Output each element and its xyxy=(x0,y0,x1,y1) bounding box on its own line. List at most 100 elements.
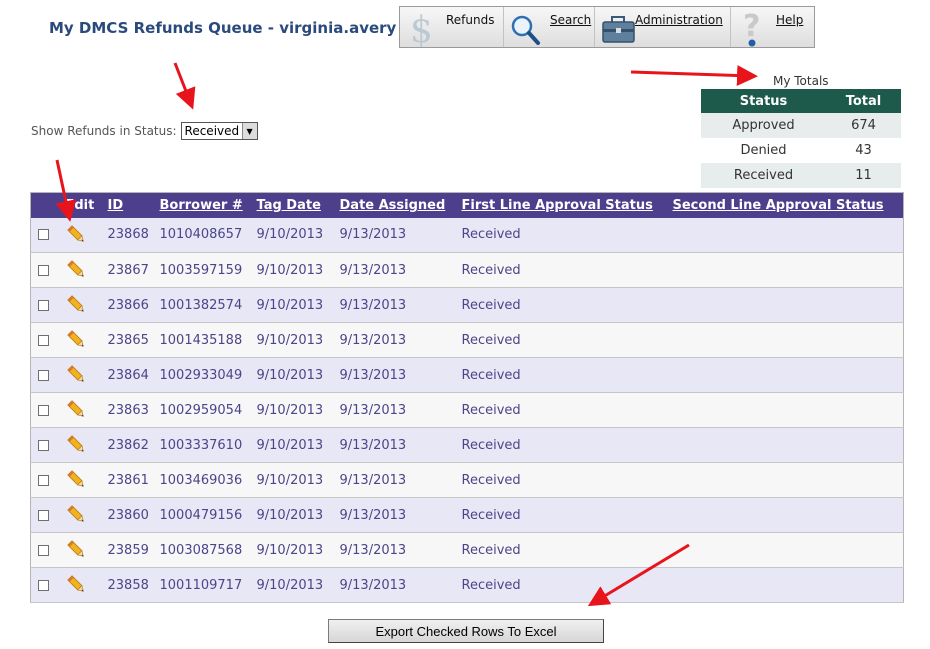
cell-first-line-status: Received xyxy=(461,322,673,358)
header-id-link[interactable]: ID xyxy=(108,198,124,213)
cell-date-assigned: 9/13/2013 xyxy=(339,252,462,288)
cell-edit xyxy=(65,427,108,463)
header-first-line-link[interactable]: First Line Approval Status xyxy=(462,198,653,213)
cell-tag-date: 9/10/2013 xyxy=(256,392,340,428)
cell-tag-date: 9/10/2013 xyxy=(256,462,340,498)
table-row: 23858 1001109717 9/10/2013 9/13/2013 Receive… xyxy=(30,567,904,603)
page-title: My DMCS Refunds Queue - virginia.avery xyxy=(49,19,397,37)
cell-select xyxy=(30,392,66,428)
header-second-line-link[interactable]: Second Line Approval Status xyxy=(673,198,884,213)
cell-second-line-status xyxy=(672,567,904,603)
dollar-icon: $ xyxy=(410,10,433,47)
svg-text:$: $ xyxy=(410,10,433,47)
row-checkbox[interactable] xyxy=(38,579,49,591)
arrow-to-totals xyxy=(630,65,758,86)
pencil-icon[interactable] xyxy=(66,399,88,421)
table-row: 23867 1003597159 9/10/2013 9/13/2013 Receive… xyxy=(30,252,904,288)
totals-row: Approved 674 xyxy=(701,113,901,138)
table-row: 23866 1001382574 9/10/2013 9/13/2013 Receive… xyxy=(30,287,904,323)
cell-date-assigned: 9/13/2013 xyxy=(339,497,462,533)
header-id[interactable]: ID xyxy=(107,192,160,218)
cell-borrower: 1000479156 xyxy=(159,497,257,533)
row-checkbox[interactable] xyxy=(38,264,49,276)
header-select xyxy=(30,192,66,218)
toolbar-search-button[interactable]: Search xyxy=(504,7,595,47)
status-filter-select[interactable]: Received ▼ xyxy=(180,122,258,140)
pencil-icon[interactable] xyxy=(66,539,88,561)
cell-edit xyxy=(65,322,108,358)
pencil-icon[interactable] xyxy=(66,294,88,316)
pencil-icon[interactable] xyxy=(66,574,88,596)
cell-id: 23859 xyxy=(107,532,160,568)
header-borrower-link[interactable]: Borrower # xyxy=(160,198,243,213)
pencil-icon[interactable] xyxy=(66,364,88,386)
row-checkbox[interactable] xyxy=(38,369,49,381)
cell-borrower: 1010408657 xyxy=(159,217,257,253)
toolbar-help-button[interactable]: ? Help xyxy=(731,7,814,47)
row-checkbox[interactable] xyxy=(38,544,49,556)
status-filter: Show Refunds in Status: Received ▼ xyxy=(31,122,258,140)
cell-edit xyxy=(65,287,108,323)
header-tag-date[interactable]: Tag Date xyxy=(256,192,340,218)
cell-id: 23863 xyxy=(107,392,160,428)
row-checkbox[interactable] xyxy=(38,334,49,346)
totals-value: 43 xyxy=(826,138,901,163)
row-checkbox[interactable] xyxy=(38,509,49,521)
pencil-icon[interactable] xyxy=(66,224,88,246)
pencil-icon[interactable] xyxy=(66,469,88,491)
cell-first-line-status: Received xyxy=(461,287,673,323)
cell-first-line-status: Received xyxy=(461,357,673,393)
cell-first-line-status: Received xyxy=(461,497,673,533)
totals-caption: My Totals xyxy=(773,74,829,88)
cell-borrower: 1003337610 xyxy=(159,427,257,463)
cell-second-line-status xyxy=(672,462,904,498)
toolbar-refunds-button[interactable]: $ Refunds xyxy=(400,7,504,47)
header-second-line[interactable]: Second Line Approval Status xyxy=(672,192,904,218)
cell-tag-date: 9/10/2013 xyxy=(256,287,340,323)
header-date-assigned[interactable]: Date Assigned xyxy=(339,192,462,218)
pencil-icon[interactable] xyxy=(66,504,88,526)
cell-first-line-status: Received xyxy=(461,217,673,253)
row-checkbox[interactable] xyxy=(38,439,49,451)
cell-id: 23860 xyxy=(107,497,160,533)
cell-id: 23862 xyxy=(107,427,160,463)
toolbar-administration-button[interactable]: Administration xyxy=(595,7,731,47)
cell-date-assigned: 9/13/2013 xyxy=(339,287,462,323)
cell-edit xyxy=(65,217,108,253)
cell-date-assigned: 9/13/2013 xyxy=(339,357,462,393)
cell-edit xyxy=(65,252,108,288)
totals-status: Received xyxy=(701,163,826,188)
cell-second-line-status xyxy=(672,357,904,393)
cell-select xyxy=(30,287,66,323)
toolbar-search-label: Search xyxy=(550,13,592,27)
export-excel-button[interactable]: Export Checked Rows To Excel xyxy=(328,619,604,643)
header-first-line[interactable]: First Line Approval Status xyxy=(461,192,673,218)
cell-tag-date: 9/10/2013 xyxy=(256,217,340,253)
row-checkbox[interactable] xyxy=(38,404,49,416)
totals-status: Denied xyxy=(701,138,826,163)
cell-select xyxy=(30,462,66,498)
totals-header-status: Status xyxy=(701,89,826,113)
arrow-to-filter xyxy=(173,62,196,110)
pencil-icon[interactable] xyxy=(66,329,88,351)
row-checkbox[interactable] xyxy=(38,474,49,486)
row-checkbox[interactable] xyxy=(38,299,49,311)
cell-date-assigned: 9/13/2013 xyxy=(339,392,462,428)
header-date-assigned-link[interactable]: Date Assigned xyxy=(340,198,446,213)
question-icon: ? xyxy=(743,9,760,47)
totals-row: Denied 43 xyxy=(701,138,901,163)
row-checkbox[interactable] xyxy=(38,229,49,241)
cell-second-line-status xyxy=(672,392,904,428)
cell-edit xyxy=(65,392,108,428)
cell-borrower: 1003597159 xyxy=(159,252,257,288)
pencil-icon[interactable] xyxy=(66,259,88,281)
chevron-down-icon[interactable]: ▼ xyxy=(241,123,257,139)
pencil-icon[interactable] xyxy=(66,434,88,456)
cell-borrower: 1001109717 xyxy=(159,567,257,603)
cell-borrower: 1002959054 xyxy=(159,392,257,428)
header-borrower[interactable]: Borrower # xyxy=(159,192,257,218)
cell-id: 23868 xyxy=(107,217,160,253)
table-row: 23862 1003337610 9/10/2013 9/13/2013 Receive… xyxy=(30,427,904,463)
table-row: 23863 1002959054 9/10/2013 9/13/2013 Receive… xyxy=(30,392,904,428)
header-tag-date-link[interactable]: Tag Date xyxy=(257,198,321,213)
